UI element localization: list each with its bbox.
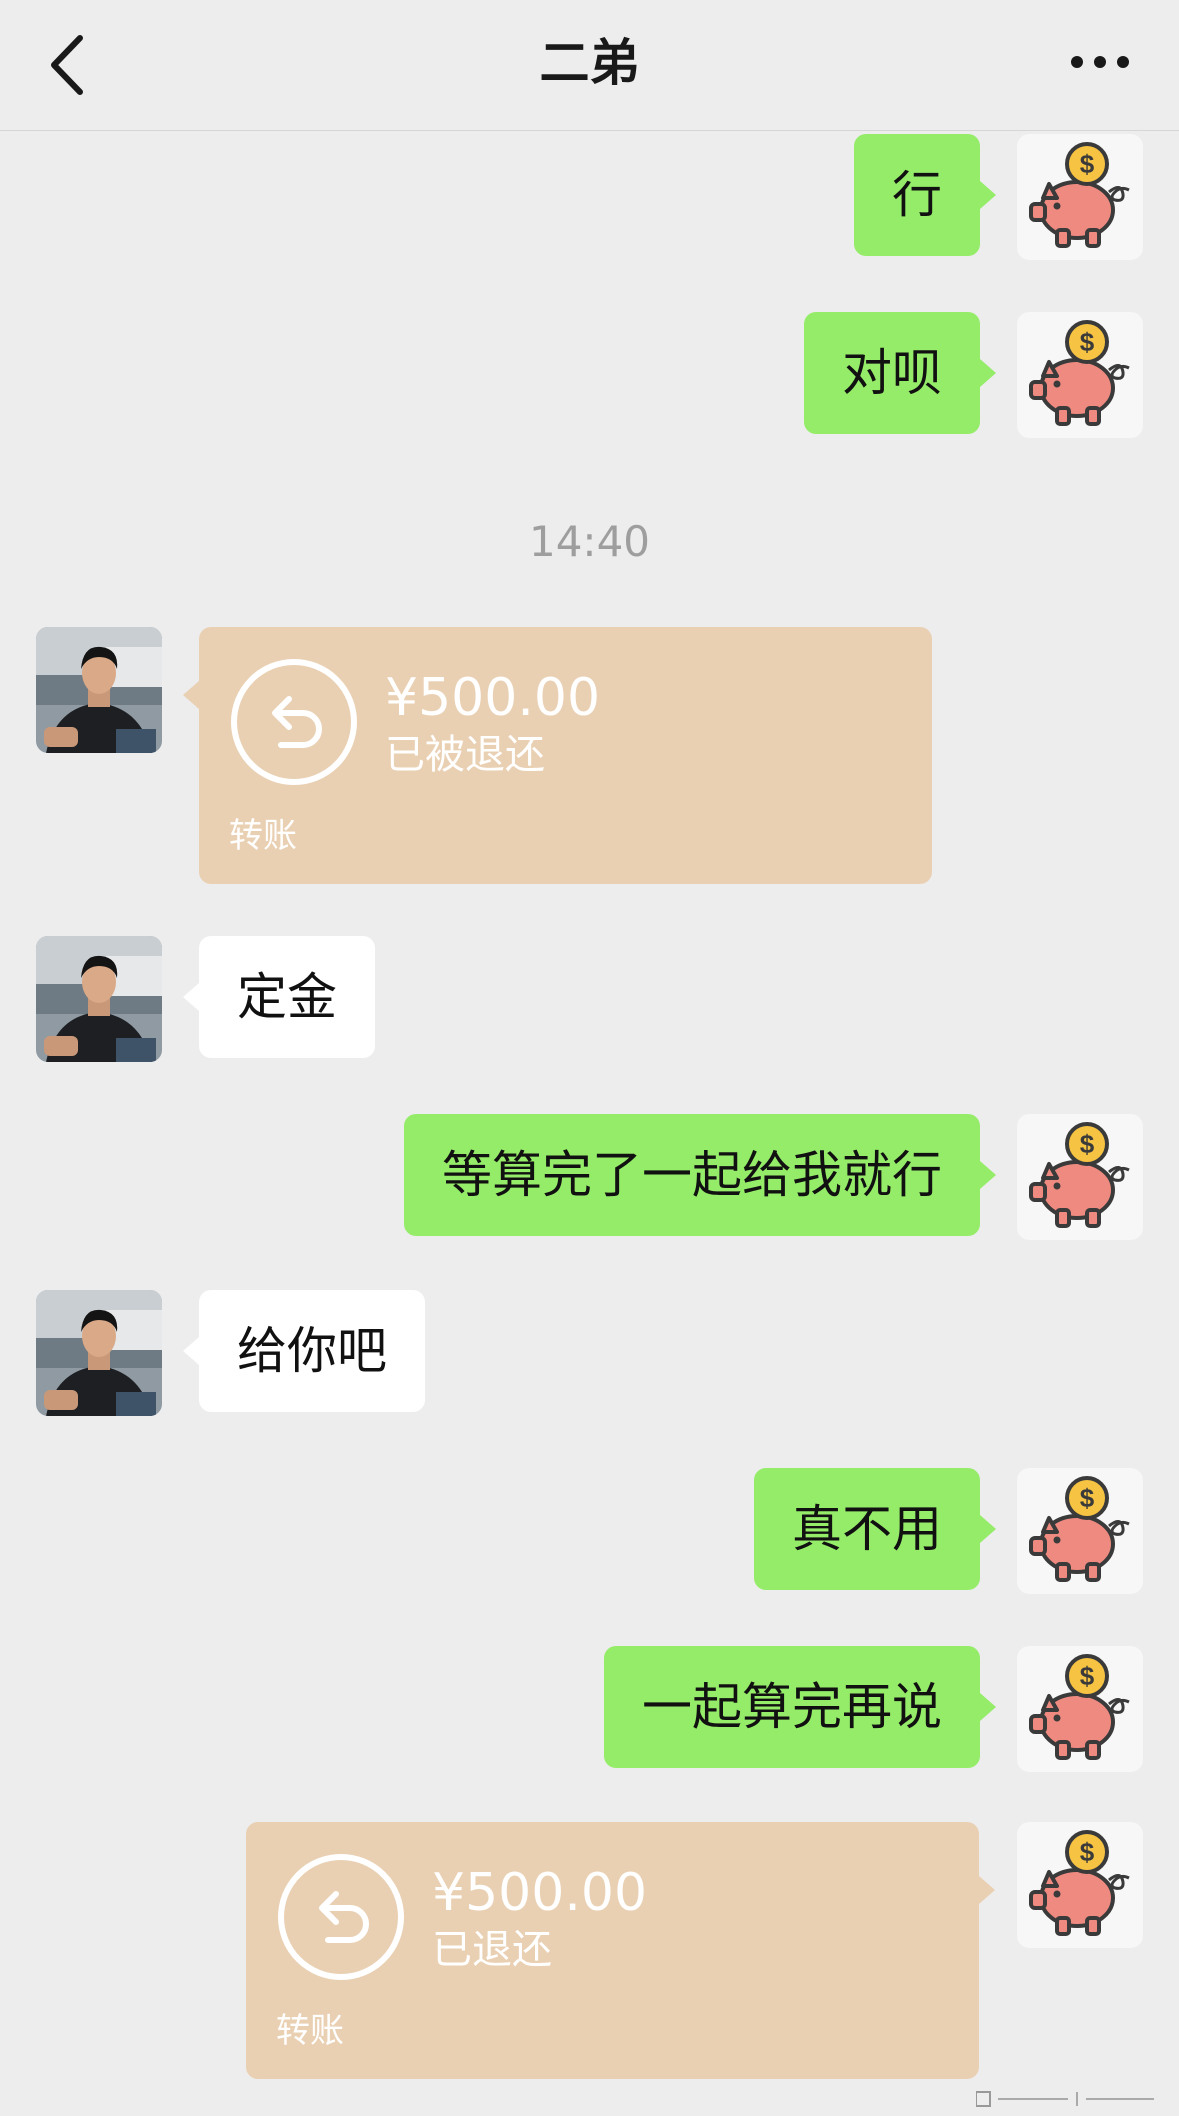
more-dots-icon[interactable] bbox=[1069, 42, 1131, 82]
contact-message-bubble[interactable]: 给你吧 bbox=[183, 1290, 425, 1412]
piggy-bank-icon bbox=[1017, 134, 1143, 260]
my-avatar[interactable] bbox=[1017, 1822, 1143, 1948]
piggy-bank-icon bbox=[1017, 1822, 1143, 1948]
transfer-card[interactable]: ¥500.00 已退还 转账 bbox=[246, 1822, 995, 2079]
transfer-card[interactable]: ¥500.00 已被退还 转账 bbox=[183, 627, 932, 884]
message-timestamp: 14:40 bbox=[528, 517, 651, 566]
my-avatar[interactable] bbox=[1017, 1114, 1143, 1240]
piggy-bank-icon bbox=[1017, 1114, 1143, 1240]
my-avatar[interactable] bbox=[1017, 1646, 1143, 1772]
my-message-bubble[interactable]: 真不用 bbox=[754, 1468, 996, 1590]
transfer-status: 已退还 bbox=[432, 1927, 552, 1973]
my-message-bubble[interactable]: 等算完了一起给我就行 bbox=[404, 1114, 996, 1236]
chat-title: 二弟 bbox=[539, 34, 640, 92]
my-avatar[interactable] bbox=[1017, 134, 1143, 260]
contact-photo bbox=[36, 1290, 162, 1416]
piggy-bank-icon bbox=[1017, 312, 1143, 438]
chat-header: 二弟 bbox=[0, 0, 1179, 131]
contact-avatar[interactable] bbox=[36, 627, 162, 753]
contact-photo bbox=[36, 627, 162, 753]
transfer-label: 转账 bbox=[276, 2011, 344, 2051]
my-message-bubble[interactable]: 对呗 bbox=[804, 312, 996, 434]
my-avatar[interactable] bbox=[1017, 1468, 1143, 1594]
my-avatar[interactable] bbox=[1017, 312, 1143, 438]
my-message-bubble[interactable]: 一起算完再说 bbox=[604, 1646, 996, 1768]
contact-avatar[interactable] bbox=[36, 1290, 162, 1416]
contact-photo bbox=[36, 936, 162, 1062]
transfer-label: 转账 bbox=[229, 816, 297, 856]
piggy-bank-icon bbox=[1017, 1468, 1143, 1594]
return-arrow-icon bbox=[276, 1852, 406, 1982]
watermark-marks bbox=[976, 2091, 1154, 2107]
my-message-bubble[interactable]: 行 bbox=[854, 134, 996, 256]
piggy-bank-icon bbox=[1017, 1646, 1143, 1772]
contact-avatar[interactable] bbox=[36, 936, 162, 1062]
transfer-amount: ¥500.00 bbox=[385, 668, 601, 728]
contact-message-bubble[interactable]: 定金 bbox=[183, 936, 375, 1058]
return-arrow-icon bbox=[229, 657, 359, 787]
transfer-status: 已被退还 bbox=[385, 732, 545, 778]
transfer-amount: ¥500.00 bbox=[432, 1863, 648, 1923]
